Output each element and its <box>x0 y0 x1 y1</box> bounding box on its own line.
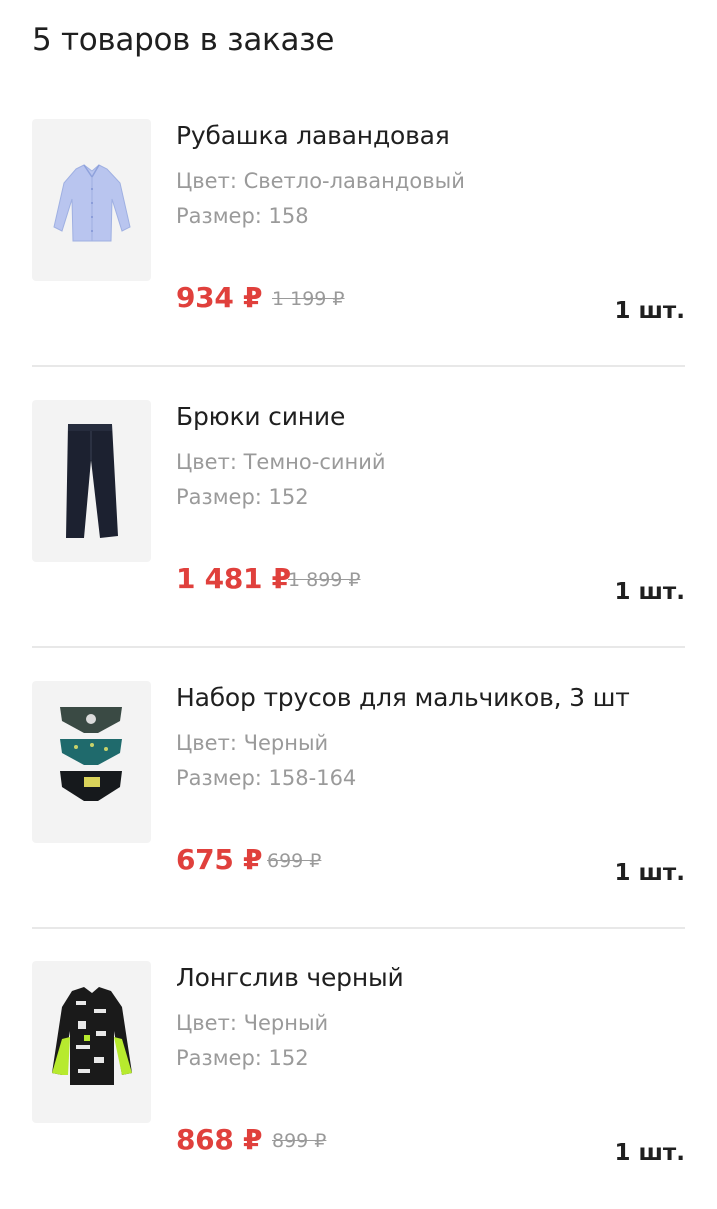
page-title: 5 товаров в заказе <box>32 22 335 58</box>
item-color: Цвет: Темно-синий <box>176 450 386 474</box>
order-item[interactable]: Брюки синие Цвет: Темно-синий Размер: 15… <box>32 400 685 648</box>
black-longsleeve-image <box>52 987 132 1085</box>
lavender-shirt-image <box>53 164 131 242</box>
item-size: Размер: 158 <box>176 204 309 228</box>
navy-trousers-image <box>66 424 118 538</box>
item-divider <box>32 927 685 929</box>
item-name[interactable]: Набор трусов для мальчиков, 3 шт <box>176 683 630 712</box>
product-image-trousers[interactable] <box>32 400 151 562</box>
item-price: 868 ₽ <box>176 1123 263 1156</box>
item-quantity: 1 шт. <box>614 298 685 324</box>
briefs-set-image <box>60 707 122 801</box>
item-divider <box>32 646 685 648</box>
item-name[interactable]: Лонгслив черный <box>176 963 404 992</box>
order-item[interactable]: Рубашка лавандовая Цвет: Светло-лавандов… <box>32 119 685 367</box>
item-size: Размер: 158-164 <box>176 766 357 790</box>
item-old-price: 1 899 ₽ <box>288 569 361 591</box>
product-image-longsleeve[interactable] <box>32 961 151 1123</box>
item-size: Размер: 152 <box>176 1046 309 1070</box>
item-name[interactable]: Брюки синие <box>176 402 345 431</box>
item-price: 1 481 ₽ <box>176 562 291 595</box>
item-old-price: 899 ₽ <box>272 1130 327 1152</box>
item-old-price: 1 199 ₽ <box>272 288 345 310</box>
item-divider <box>32 365 685 367</box>
item-color: Цвет: Светло-лавандовый <box>176 169 465 193</box>
item-color: Цвет: Черный <box>176 1011 329 1035</box>
order-item[interactable]: Лонгслив черный Цвет: Черный Размер: 152… <box>32 961 685 1209</box>
product-image-shirt[interactable] <box>32 119 151 281</box>
item-quantity: 1 шт. <box>614 860 685 886</box>
item-price: 675 ₽ <box>176 843 263 876</box>
item-price: 934 ₽ <box>176 281 263 314</box>
item-color: Цвет: Черный <box>176 731 329 755</box>
product-image-briefs[interactable] <box>32 681 151 843</box>
item-size: Размер: 152 <box>176 485 309 509</box>
item-quantity: 1 шт. <box>614 1140 685 1166</box>
item-old-price: 699 ₽ <box>267 850 322 872</box>
item-name[interactable]: Рубашка лавандовая <box>176 121 450 150</box>
item-quantity: 1 шт. <box>614 579 685 605</box>
order-item[interactable]: Набор трусов для мальчиков, 3 шт Цвет: Ч… <box>32 681 685 929</box>
